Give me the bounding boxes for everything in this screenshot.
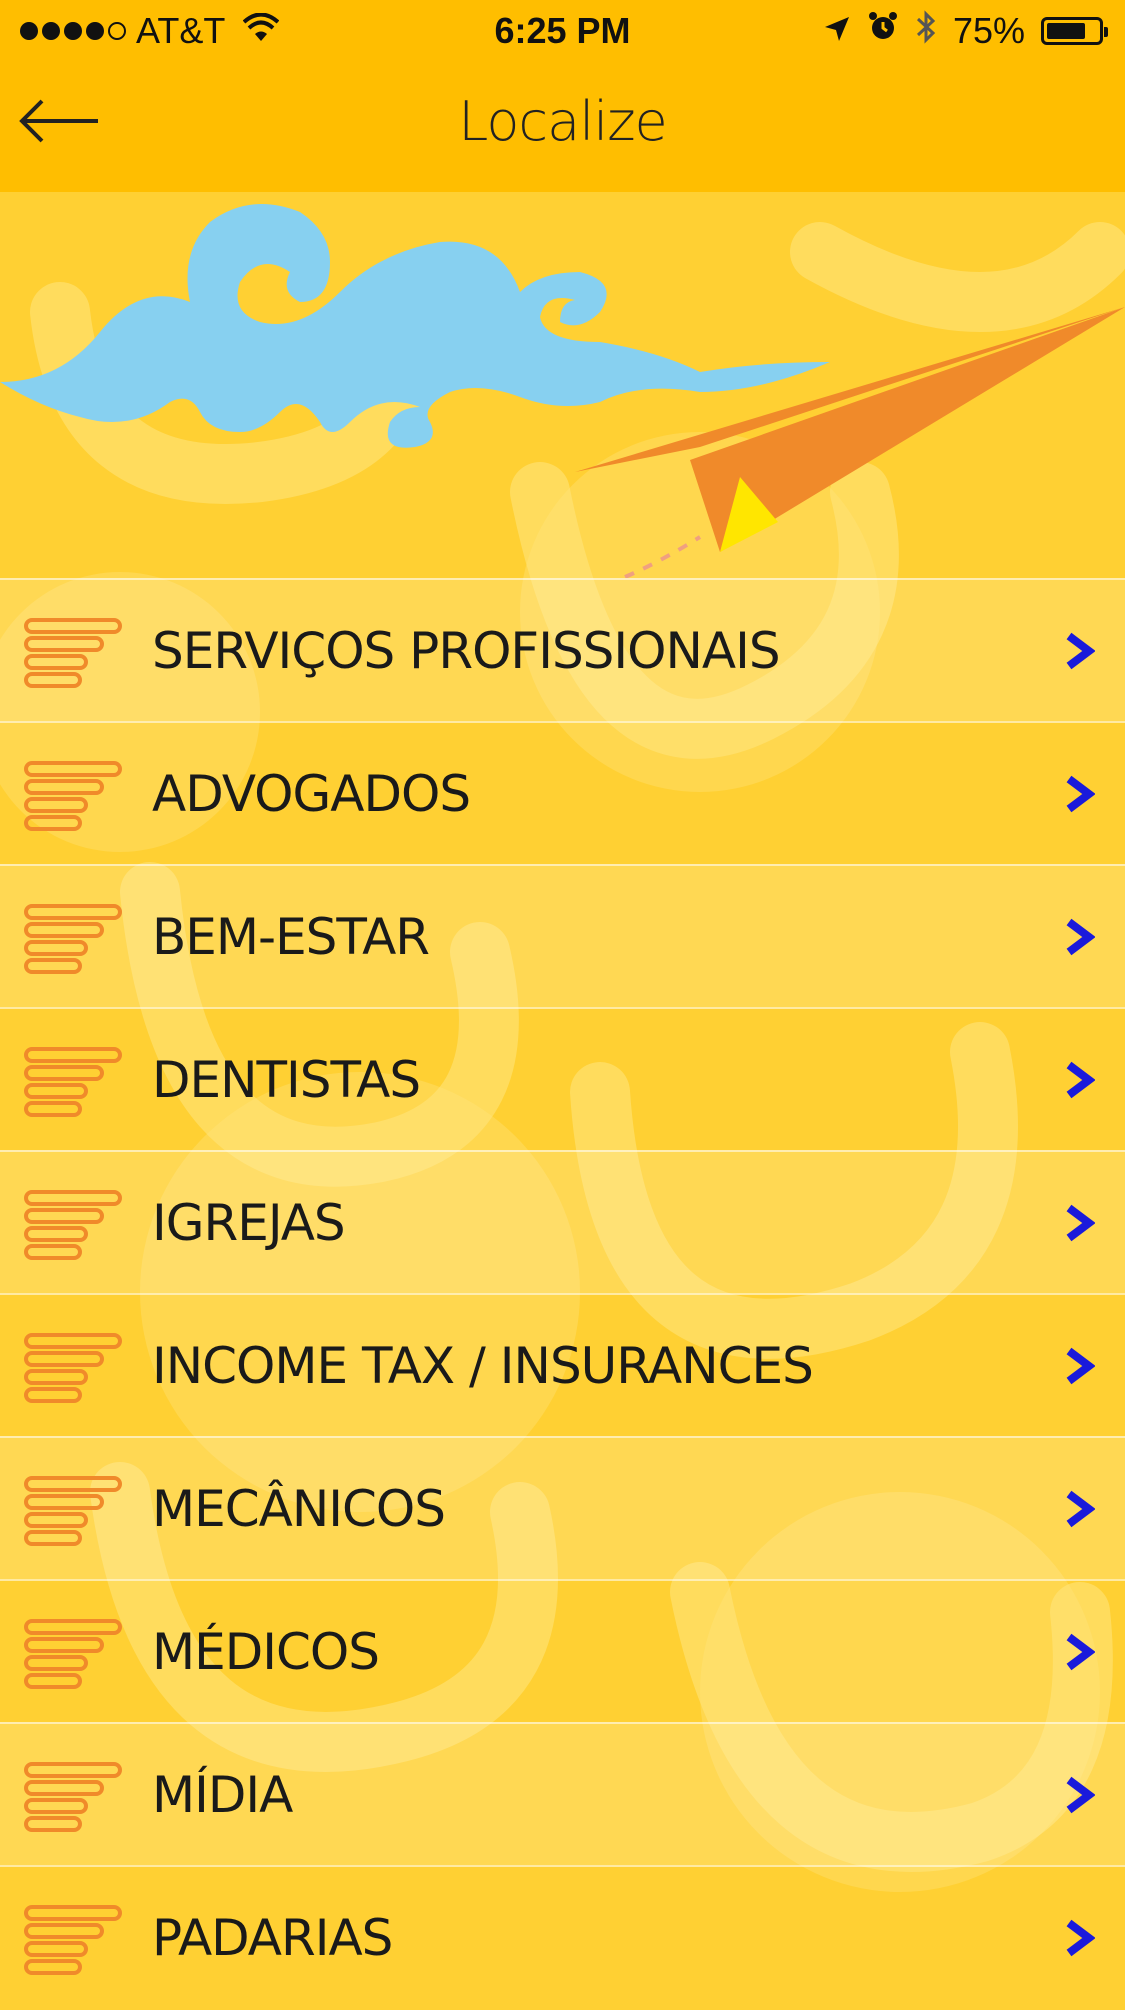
category-list: SERVIÇOS PROFISSIONAIS ADVOGADOS BEM-EST… — [0, 578, 1125, 2008]
list-lines-icon — [24, 904, 122, 974]
list-lines-icon — [24, 618, 122, 688]
list-lines-icon — [24, 1905, 122, 1975]
list-item-padarias[interactable]: PADARIAS — [0, 1865, 1125, 2008]
list-item-dentistas[interactable]: DENTISTAS — [0, 1007, 1125, 1150]
list-lines-icon — [24, 1333, 122, 1403]
list-lines-icon — [24, 1762, 122, 1832]
list-item-m-dia[interactable]: MÍDIA — [0, 1722, 1125, 1865]
page-title: Localize — [458, 90, 668, 153]
alarm-icon — [867, 10, 899, 52]
list-item-label: INCOME TAX / INSURANCES — [152, 1337, 814, 1395]
chevron-right-icon — [1063, 1919, 1096, 1957]
chevron-right-icon — [1063, 1204, 1096, 1242]
status-right: 75% — [823, 9, 1108, 54]
list-item-label: PADARIAS — [152, 1909, 393, 1967]
chevron-right-icon — [1063, 775, 1096, 813]
chevron-right-icon — [1063, 1633, 1096, 1671]
list-item-label: BEM-ESTAR — [152, 908, 430, 966]
hero-illustration — [0, 192, 1125, 578]
cloud-illustration — [0, 204, 830, 448]
chevron-right-icon — [1063, 1061, 1096, 1099]
chevron-right-icon — [1063, 918, 1096, 956]
list-item-label: MÍDIA — [152, 1766, 293, 1824]
navigation-bar: Localize — [0, 60, 1125, 192]
chevron-right-icon — [1063, 1347, 1096, 1385]
list-item-label: IGREJAS — [152, 1194, 346, 1252]
chevron-right-icon — [1063, 1490, 1096, 1528]
location-arrow-icon — [823, 10, 851, 52]
list-item-m-dicos[interactable]: MÉDICOS — [0, 1579, 1125, 1722]
list-item-bem-estar[interactable]: BEM-ESTAR — [0, 864, 1125, 1007]
battery-icon — [1041, 17, 1108, 45]
list-item-igrejas[interactable]: IGREJAS — [0, 1150, 1125, 1293]
bluetooth-icon — [915, 9, 937, 54]
list-lines-icon — [24, 1476, 122, 1546]
list-item-advogados[interactable]: ADVOGADOS — [0, 721, 1125, 864]
list-lines-icon — [24, 761, 122, 831]
list-item-mec-nicos[interactable]: MECÂNICOS — [0, 1436, 1125, 1579]
list-item-label: SERVIÇOS PROFISSIONAIS — [152, 622, 781, 680]
list-item-label: MÉDICOS — [152, 1623, 380, 1681]
list-item-label: MECÂNICOS — [152, 1480, 446, 1538]
list-lines-icon — [24, 1619, 122, 1689]
paper-plane-illustration — [575, 307, 1125, 578]
status-bar: AT&T 6:25 PM 75% — [0, 0, 1125, 60]
list-item-label: ADVOGADOS — [152, 765, 471, 823]
list-lines-icon — [24, 1047, 122, 1117]
list-lines-icon — [24, 1190, 122, 1260]
battery-fill — [1047, 23, 1085, 39]
list-item-income-tax-insurances[interactable]: INCOME TAX / INSURANCES — [0, 1293, 1125, 1436]
list-item-label: DENTISTAS — [152, 1051, 421, 1109]
chevron-right-icon — [1063, 1776, 1096, 1814]
list-item-servi-os-profissionais[interactable]: SERVIÇOS PROFISSIONAIS — [0, 578, 1125, 721]
chevron-right-icon — [1063, 632, 1096, 670]
battery-percent: 75% — [952, 10, 1025, 51]
